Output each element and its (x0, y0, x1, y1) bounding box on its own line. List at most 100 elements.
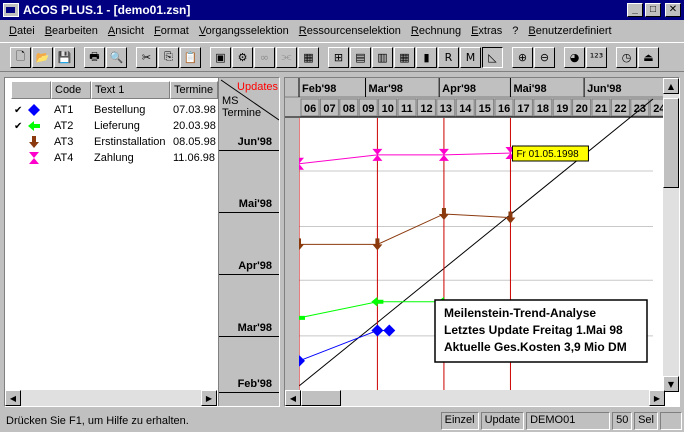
scroll-track[interactable] (341, 390, 649, 406)
week-label: 10 (382, 103, 394, 115)
scroll-down-icon[interactable]: ▼ (663, 376, 679, 392)
row-termin: 07.03.98 (173, 104, 216, 116)
clock-icon[interactable]: ◷ (616, 46, 637, 68)
task-icon[interactable]: ▣ (210, 46, 231, 68)
save-icon[interactable]: 💾 (54, 46, 75, 68)
status-bar: Drücken Sie F1, um Hilfe zu erhalten. Ei… (0, 410, 684, 432)
menu-rechnung[interactable]: Rechnung (406, 25, 466, 37)
report-icon[interactable]: R (438, 46, 459, 68)
menu-vorgangsselektion[interactable]: Vorgangsselektion (194, 25, 294, 37)
table-row[interactable]: ✔ AT2 Lieferung 20.03.98 (11, 118, 218, 134)
resource-icon[interactable]: ⚙ (232, 46, 253, 68)
menu-ansicht[interactable]: Ansicht (103, 25, 149, 37)
header-termine[interactable]: Termine (170, 81, 218, 99)
status-pane-blank (660, 412, 682, 430)
week-label: 09 (362, 103, 374, 115)
cut-icon[interactable]: ✂ (136, 46, 157, 68)
gantt-icon[interactable]: ▤ (350, 46, 371, 68)
unlink-icon[interactable]: ⫘ (276, 46, 297, 68)
row-code: AT3 (54, 136, 74, 148)
arrow-left-icon (25, 118, 51, 134)
marker-arrow-down (372, 238, 383, 251)
new-icon[interactable]: 🗋 (10, 46, 31, 68)
scroll-right-icon[interactable]: ▶ (649, 390, 665, 406)
header-text[interactable]: Text 1 (91, 81, 170, 99)
menu-format[interactable]: Format (149, 25, 194, 37)
week-label: 18 (537, 103, 549, 115)
zoom-in-icon[interactable]: ⊕ (512, 46, 533, 68)
histogram-icon[interactable]: ▮ (416, 46, 437, 68)
month-label: Jun'98 (587, 83, 621, 95)
month-label: Feb'98 (302, 83, 336, 95)
y-axis-column: Updates MS Termine Jun'98 Mai'98 Apr'98 Mar… (218, 78, 279, 406)
week-label: 13 (440, 103, 452, 115)
week-label: 20 (576, 103, 588, 115)
table-row[interactable]: ✔ AT1 Bestellung 07.03.98 (11, 102, 218, 118)
status-pane-count: 50 (612, 412, 633, 430)
milestone-icon[interactable]: M (460, 46, 481, 68)
scroll-track[interactable] (21, 390, 201, 406)
close-button[interactable]: ✕ (665, 3, 681, 17)
print-preview-icon[interactable]: 🔍 (106, 46, 127, 68)
menu-ressourcenselektion[interactable]: Ressourcenselektion (294, 25, 406, 37)
y-axis-tick (219, 150, 279, 151)
y-axis-tick (219, 274, 279, 275)
scroll-track[interactable] (663, 188, 679, 376)
task-hscroll[interactable]: ◀ ▶ (5, 390, 217, 406)
row-text: Zahlung (94, 152, 134, 164)
header-check[interactable] (11, 81, 51, 99)
mta-icon[interactable]: ◺ (482, 46, 503, 68)
table-row[interactable]: AT4 Zahlung 11.06.98 (11, 150, 218, 166)
row-text: Bestellung (94, 104, 146, 116)
paste-icon[interactable]: 📋 (180, 46, 201, 68)
colors-icon[interactable]: ◕ (564, 46, 585, 68)
scroll-right-icon[interactable]: ▶ (201, 390, 217, 406)
table-row[interactable]: AT3 Erstinstallation 08.05.98 (11, 134, 218, 150)
info-box-line: Letztes Update Freitag 1.Mai 98 (444, 323, 623, 337)
menu-extras[interactable]: Extras (466, 25, 507, 37)
structure-icon[interactable]: ▥ (372, 46, 393, 68)
open-icon[interactable]: 📂 (32, 46, 53, 68)
menu-bearbeiten[interactable]: Bearbeiten (40, 25, 103, 37)
y-axis-month-label: Jun'98 (237, 136, 272, 148)
calendar-icon[interactable]: ▦ (298, 46, 319, 68)
series-line-at2 (298, 301, 444, 319)
network-icon[interactable]: ⊞ (328, 46, 349, 68)
numbers-icon[interactable]: ¹²³ (586, 46, 607, 68)
status-message: Drücken Sie F1, um Hilfe zu erhalten. (6, 415, 189, 427)
scroll-thumb[interactable] (301, 390, 341, 406)
week-label: 06 (304, 103, 316, 115)
header-code[interactable]: Code (51, 81, 91, 99)
menu-bar: Datei Bearbeiten Ansicht Format Vorgangs… (0, 21, 684, 40)
exit-icon[interactable]: ⏏ (638, 46, 659, 68)
restore-button[interactable]: □ (645, 3, 661, 17)
week-label: 19 (556, 103, 568, 115)
scroll-left-icon[interactable]: ◀ (285, 390, 301, 406)
minimize-button[interactable]: _ (627, 3, 643, 17)
chart-vscroll[interactable]: ▲ ▼ (663, 78, 679, 392)
scroll-up-icon[interactable]: ▲ (663, 78, 679, 94)
marker-arrow-down (438, 207, 449, 220)
row-code: AT4 (54, 152, 74, 164)
scroll-thumb[interactable] (663, 98, 679, 188)
task-table-header: Code Text 1 Termine (11, 81, 218, 99)
copy-icon[interactable]: ⎘ (158, 46, 179, 68)
zoom-out-icon[interactable]: ⊖ (534, 46, 555, 68)
menu-help[interactable]: ? (507, 25, 523, 37)
menu-benutzerdefiniert[interactable]: Benutzerdefiniert (523, 25, 616, 37)
print-icon[interactable]: 🖶 (84, 46, 105, 68)
chart-hscroll[interactable]: ◀ ▶ (285, 390, 665, 406)
row-code: AT2 (54, 120, 74, 132)
menu-datei[interactable]: Datei (4, 25, 40, 37)
mta-chart[interactable]: Feb'98 Mar'98 Apr'98 Mai'98 Jun'98 06 07 08 09 10… (285, 78, 665, 392)
table-icon[interactable]: ▦ (394, 46, 415, 68)
app-icon[interactable] (3, 3, 19, 17)
week-label: 07 (323, 103, 335, 115)
arrow-down-icon (25, 134, 51, 150)
link-icon[interactable]: ∞ (254, 46, 275, 68)
week-label: 15 (479, 103, 491, 115)
row-termin: 20.03.98 (173, 120, 216, 132)
y-axis-month-label: Mai'98 (238, 198, 272, 210)
row-check-icon (11, 150, 25, 166)
scroll-left-icon[interactable]: ◀ (5, 390, 21, 406)
